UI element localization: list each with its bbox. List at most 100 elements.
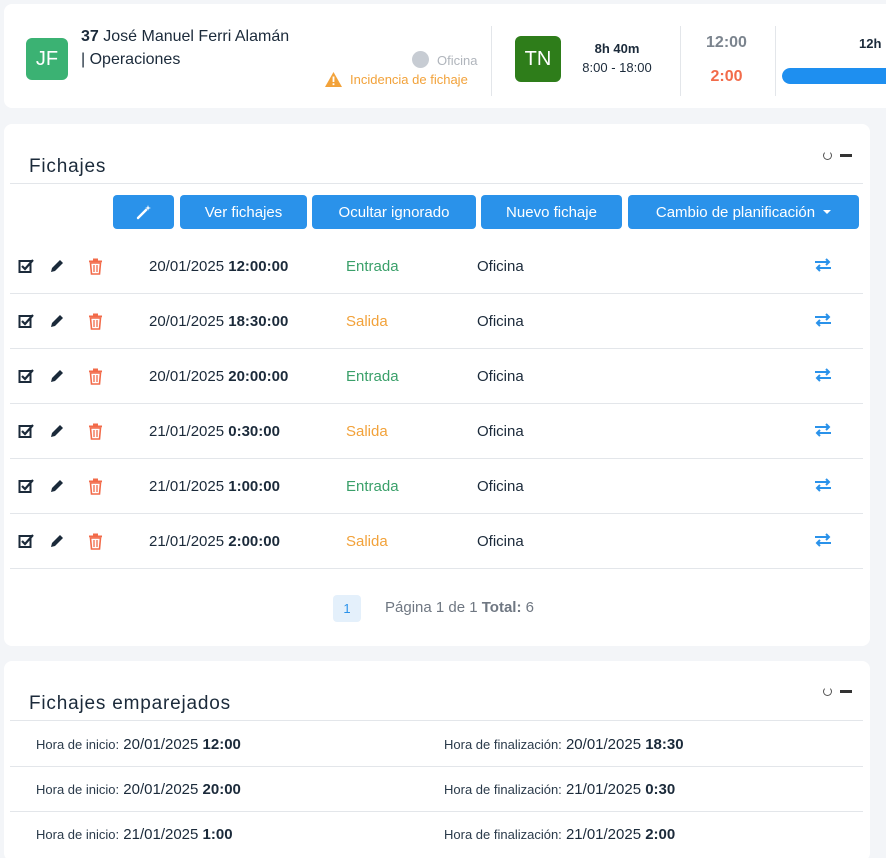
divider	[10, 183, 863, 184]
fichaje-location: Oficina	[477, 478, 524, 495]
fichaje-time: 18:30:00	[228, 313, 289, 330]
magic-button[interactable]	[113, 195, 174, 229]
employee-initials: JF	[35, 47, 59, 70]
fichaje-date: 21/01/2025	[149, 533, 225, 550]
shift-hours: 8h 40m	[594, 41, 640, 56]
progress-bar	[782, 68, 886, 84]
employee-number: 37	[81, 28, 99, 45]
check-square-icon[interactable]	[18, 258, 34, 279]
edit-icon[interactable]	[49, 368, 65, 389]
table-row: 21/01/2025 2:00:00 Salida Oficina	[10, 514, 863, 569]
section-title: Fichajes	[29, 156, 107, 177]
table-row: 21/01/2025 0:30:00 Salida Oficina	[10, 404, 863, 459]
progress-label: 12h	[859, 36, 882, 51]
trash-icon[interactable]	[88, 478, 103, 500]
check-square-icon[interactable]	[18, 313, 34, 334]
edit-icon[interactable]	[49, 478, 65, 499]
new-fichaje-button[interactable]: Nuevo fichaje	[481, 195, 622, 229]
pair-end: Hora de finalización: 21/01/2025 0:30	[444, 781, 675, 798]
edit-icon[interactable]	[49, 533, 65, 554]
shift-range: 8:00 - 18:00	[582, 60, 652, 75]
start-date: 20/01/2025	[123, 781, 199, 798]
swap-arrows-icon[interactable]	[814, 257, 832, 278]
end-date: 21/01/2025	[565, 781, 642, 798]
fichaje-date: 20/01/2025	[149, 258, 225, 275]
plan-change-label: Cambio de planificación	[655, 203, 816, 221]
table-row: 20/01/2025 12:00:00 Entrada Oficina	[10, 239, 863, 294]
fichaje-location: Oficina	[477, 423, 524, 440]
trash-icon[interactable]	[88, 423, 103, 445]
edit-icon[interactable]	[49, 423, 65, 444]
swap-arrows-icon[interactable]	[814, 312, 832, 333]
fichaje-time: 20:00:00	[228, 368, 289, 385]
trash-icon[interactable]	[88, 258, 103, 280]
edit-icon[interactable]	[49, 258, 65, 279]
fichaje-location: Oficina	[477, 313, 524, 330]
pair-start: Hora de inicio: 20/01/2025 20:00	[36, 781, 241, 798]
fichaje-type: Salida	[346, 423, 388, 440]
warning-label: Incidencia de fichaje	[350, 72, 468, 87]
worked-time: 12:00	[706, 34, 747, 51]
trash-icon[interactable]	[88, 313, 103, 335]
panel-tools	[823, 151, 852, 160]
fichaje-time: 2:00:00	[228, 533, 280, 550]
pair-end: Hora de finalización: 20/01/2025 18:30	[444, 736, 684, 753]
end-date: 20/01/2025	[565, 736, 642, 753]
trash-icon[interactable]	[88, 368, 103, 390]
swap-arrows-icon[interactable]	[814, 532, 832, 553]
section-title: Fichajes emparejados	[29, 693, 231, 714]
fichaje-type: Salida	[346, 313, 388, 330]
table-row: 20/01/2025 20:00:00 Entrada Oficina	[10, 349, 863, 404]
pair-start: Hora de inicio: 21/01/2025 1:00	[36, 826, 233, 843]
view-fichajes-button[interactable]: Ver fichajes	[180, 195, 307, 229]
swap-arrows-icon[interactable]	[814, 367, 832, 388]
header-divider	[491, 26, 492, 96]
swap-arrows-icon[interactable]	[814, 422, 832, 443]
check-square-icon[interactable]	[18, 533, 34, 554]
fichaje-date: 20/01/2025	[149, 313, 225, 330]
row-divider	[10, 568, 863, 569]
pagination-total: 6	[525, 599, 534, 616]
check-square-icon[interactable]	[18, 478, 34, 499]
location-status-label: Oficina	[437, 53, 478, 68]
table-row: 20/01/2025 18:30:00 Salida Oficina	[10, 294, 863, 349]
fichaje-time: 12:00:00	[228, 258, 289, 275]
check-square-icon[interactable]	[18, 368, 34, 389]
collapse-icon[interactable]	[840, 154, 852, 157]
time-difference: 2:00	[710, 68, 743, 85]
end-label: Hora de finalización:	[444, 827, 562, 842]
fichaje-datetime: 21/01/2025 0:30:00	[149, 423, 280, 440]
start-time: 20:00	[202, 781, 241, 798]
employee-header: JF 37 José Manuel Ferri Alamán | Operaci…	[4, 4, 886, 108]
clocking-warning[interactable]: Incidencia de fichaje	[325, 72, 468, 87]
refresh-icon[interactable]	[823, 687, 832, 696]
fichaje-type: Entrada	[346, 478, 399, 495]
refresh-icon[interactable]	[823, 151, 832, 160]
employee-name-line: 37 José Manuel Ferri Alamán	[81, 28, 289, 46]
fichaje-location: Oficina	[477, 368, 524, 385]
page-button[interactable]: 1	[333, 595, 361, 622]
fichaje-date: 21/01/2025	[149, 423, 225, 440]
fichaje-datetime: 20/01/2025 18:30:00	[149, 313, 288, 330]
panel-tools	[823, 687, 852, 696]
fichaje-time: 0:30:00	[228, 423, 280, 440]
hide-ignored-button[interactable]: Ocultar ignorado	[312, 195, 476, 229]
start-date: 20/01/2025	[123, 736, 199, 753]
employee-avatar: JF	[26, 38, 68, 80]
end-date: 21/01/2025	[565, 826, 642, 843]
collapse-icon[interactable]	[840, 690, 852, 693]
swap-arrows-icon[interactable]	[814, 477, 832, 498]
trash-icon[interactable]	[88, 533, 103, 555]
check-square-icon[interactable]	[18, 423, 34, 444]
paired-row: Hora de inicio: 21/01/2025 1:00 Hora de …	[10, 812, 863, 857]
fichaje-date: 20/01/2025	[149, 368, 225, 385]
edit-icon[interactable]	[49, 313, 65, 334]
progress-fill	[782, 68, 886, 84]
end-time: 0:30	[645, 781, 676, 798]
start-time: 1:00	[202, 826, 233, 843]
employee-name: José Manuel Ferri Alamán	[103, 28, 290, 45]
paired-row: Hora de inicio: 20/01/2025 12:00 Hora de…	[10, 722, 863, 767]
fichaje-location: Oficina	[477, 258, 524, 275]
plan-change-dropdown[interactable]: Cambio de planificación	[628, 195, 859, 229]
start-label: Hora de inicio:	[36, 827, 120, 842]
